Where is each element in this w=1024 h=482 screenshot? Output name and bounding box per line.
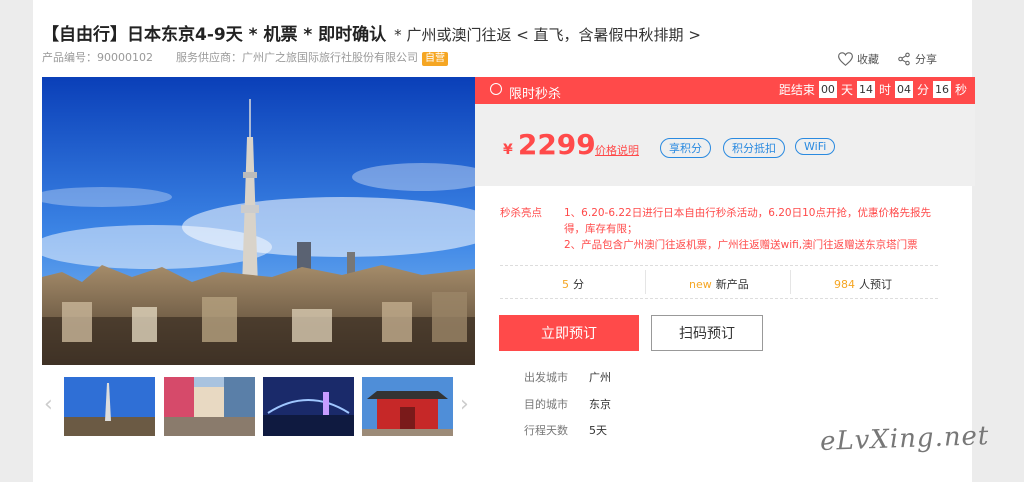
thumbnail-shibuya[interactable] — [164, 377, 255, 436]
stat-new: new 新产品 — [689, 276, 749, 292]
booked-label: 人预订 — [859, 278, 892, 291]
stat-booked: 984 人预订 — [834, 276, 892, 292]
price-value: 2299 — [517, 128, 596, 161]
product-title: 【自由行】日本东京4-9天 * 机票 * 即时确认 * 广州或澳门往返 < 直飞，… — [42, 20, 701, 45]
clock-icon — [490, 83, 502, 95]
flash-sale-bar: 限时秒杀 距结束 00 天 14 时 04 分 16 秒 — [475, 77, 975, 104]
days-unit: 天 — [840, 83, 853, 97]
supplier-text: 服务供应商：广州广之旅国际旅行社股份有限公司 — [176, 51, 418, 64]
seckill-line-1: 1、6.20-6.22日进行日本自由行秒杀活动，6.20日10点开抢，优惠价格先… — [564, 207, 931, 235]
hours-unit: 时 — [878, 83, 891, 97]
minutes-unit: 分 — [916, 83, 929, 97]
seconds-unit: 秒 — [954, 83, 967, 97]
price-panel: ¥ 2299 价格说明 享积分 积分抵扣 WiFi — [475, 104, 975, 186]
book-now-button[interactable]: 立即预订 — [499, 315, 639, 351]
favorite-button[interactable]: 收藏 — [838, 51, 879, 67]
product-subtitle: * 广州或澳门往返 < 直飞，含暑假中秋排期 > — [394, 26, 701, 44]
countdown-days: 00 — [818, 81, 837, 98]
departure-city-value: 广州 — [589, 371, 611, 384]
thumbnail-rainbow-bridge[interactable] — [263, 377, 354, 436]
seckill-line-2: 2、产品包含广州澳门往返机票，广州往返赠送wifi,澳门往返赠送东京塔门票 — [564, 239, 918, 251]
main-photo-tokyo-skytree[interactable] — [42, 77, 475, 365]
favorite-label: 收藏 — [857, 53, 879, 66]
share-icon — [898, 52, 910, 66]
title-text: 【自由行】日本东京4-9天 * 机票 * 即时确认 — [42, 25, 387, 45]
scan-to-book-button[interactable]: 扫码预订 — [651, 315, 763, 351]
new-label: 新产品 — [715, 278, 749, 291]
tag-earn-points[interactable]: 享积分 — [660, 138, 711, 158]
product-code: 产品编号：90000102 — [42, 51, 153, 64]
destination-city-value: 东京 — [589, 398, 611, 411]
trip-days-label: 行程天数 — [524, 424, 568, 437]
stat-separator — [645, 270, 646, 294]
countdown-minutes: 04 — [894, 81, 913, 98]
countdown-label: 距结束 — [778, 83, 815, 97]
gallery-next-icon[interactable]: › — [460, 392, 469, 417]
countdown-hours: 14 — [856, 81, 875, 98]
self-operated-badge: 自营 — [422, 52, 448, 66]
destination-city-label: 目的城市 — [524, 398, 568, 411]
countdown-seconds: 16 — [932, 81, 951, 98]
price-currency: ¥ — [503, 142, 513, 158]
countdown: 距结束 00 天 14 时 04 分 16 秒 — [779, 81, 967, 98]
new-value: new — [689, 278, 712, 291]
score-value: 5 — [562, 278, 569, 291]
seckill-label: 秒杀亮点 — [500, 207, 542, 219]
score-unit: 分 — [573, 278, 584, 291]
price: ¥ 2299 — [503, 128, 596, 161]
tag-points-deduct[interactable]: 积分抵扣 — [723, 138, 785, 158]
seckill-highlights: 1、6.20-6.22日进行日本自由行秒杀活动，6.20日10点开抢，优惠价格先… — [564, 205, 936, 253]
thumbnail-skytree[interactable] — [64, 377, 155, 436]
flash-sale-label: 限时秒杀 — [509, 87, 562, 102]
divider — [500, 265, 938, 266]
share-button[interactable]: 分享 — [897, 51, 937, 67]
booked-value: 984 — [834, 278, 855, 291]
tag-wifi[interactable]: WiFi — [795, 138, 836, 155]
supplier-info: 服务供应商：广州广之旅国际旅行社股份有限公司 自营 — [176, 49, 448, 66]
gallery-prev-icon[interactable]: ‹ — [44, 392, 53, 417]
share-label: 分享 — [915, 53, 937, 66]
heart-icon — [838, 52, 853, 66]
divider — [500, 298, 938, 299]
thumbnail-sensoji-temple[interactable] — [362, 377, 453, 436]
stat-separator — [790, 270, 791, 294]
trip-days-value: 5天 — [589, 424, 607, 437]
price-explain-link[interactable]: 价格说明 — [595, 142, 639, 158]
watermark: eLvXing.net — [819, 421, 990, 457]
stat-score: 5分 — [562, 276, 584, 292]
departure-city-label: 出发城市 — [524, 371, 568, 384]
